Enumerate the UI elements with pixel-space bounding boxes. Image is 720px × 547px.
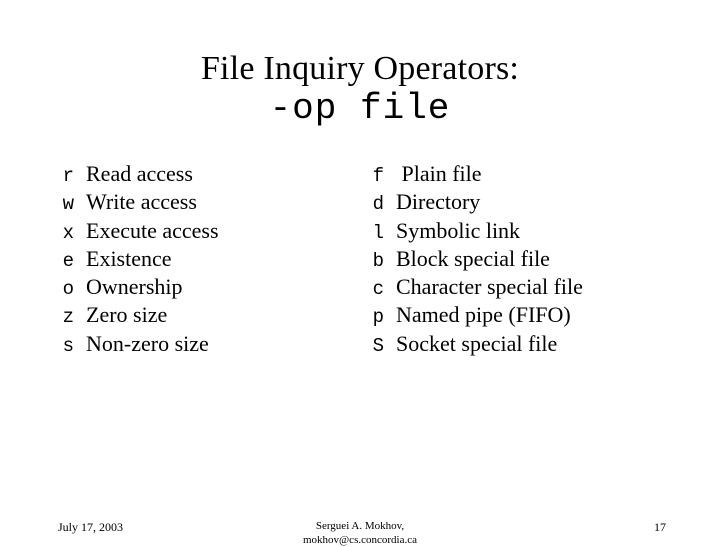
- operator-row: d Directory: [362, 190, 583, 218]
- operator-description: Socket special file: [396, 330, 558, 356]
- operator-key: x: [62, 221, 74, 244]
- slide-footer: July 17, 2003 Serguei A. Mokhov, mokhov@…: [0, 480, 720, 546]
- operator-description: Block special file: [396, 245, 550, 271]
- operator-row: r Read access: [52, 162, 219, 190]
- operator-description: Plain file: [396, 161, 482, 186]
- operator-key: p: [372, 306, 384, 329]
- operator-description: Non-zero size: [86, 330, 209, 356]
- operator-key: b: [372, 249, 384, 272]
- operator-description: Zero size: [86, 302, 168, 328]
- page-title: File Inquiry Operators:: [200, 50, 520, 87]
- operator-row: z Zero size: [52, 303, 219, 331]
- operator-key: f: [372, 165, 384, 187]
- operator-key: c: [372, 278, 384, 301]
- operator-description: Symbolic link: [396, 217, 521, 243]
- slide-canvas: File Inquiry Operators: -op file r Read …: [0, 0, 720, 546]
- operator-key: d: [372, 193, 384, 216]
- operator-description: Write access: [86, 189, 197, 215]
- operator-description: Existence: [86, 245, 172, 271]
- operator-key: z: [62, 306, 74, 329]
- operator-list-left: r Read access w Write access x Execute a…: [52, 162, 219, 360]
- operator-description: Ownership: [86, 274, 183, 300]
- operator-list-right: f Plain file d Directory l Symbolic link…: [362, 162, 583, 360]
- operator-row: x Execute access: [52, 217, 219, 247]
- slide-title-block: File Inquiry Operators: -op file: [0, 50, 720, 130]
- operators-columns: r Read access w Write access x Execute a…: [0, 162, 720, 362]
- operator-row: w Write access: [52, 190, 219, 218]
- operator-row: p Named pipe (FIFO): [362, 303, 583, 331]
- footer-author-email: mokhov@cs.concordia.ca: [303, 534, 417, 546]
- operator-key: w: [62, 193, 74, 216]
- operator-description: Named pipe (FIFO): [396, 302, 571, 328]
- footer-author-name: Serguei A. Mokhov,: [315, 520, 405, 532]
- operator-row: s Non-zero size: [52, 330, 219, 360]
- footer-page-number: 17: [654, 520, 666, 534]
- operator-key: o: [62, 278, 74, 301]
- operator-row: e Existence: [52, 245, 219, 275]
- page-subtitle-command: -op file: [269, 88, 451, 129]
- operator-key: S: [372, 334, 384, 357]
- operator-key: e: [62, 249, 74, 272]
- operator-key: s: [62, 334, 74, 357]
- operator-row: c Character special file: [362, 275, 583, 303]
- operator-description: Execute access: [86, 217, 219, 243]
- operator-key: r: [62, 165, 74, 187]
- operator-description: Read access: [86, 161, 193, 186]
- footer-author-block: Serguei A. Mokhov, mokhov@cs.concordia.c…: [0, 519, 720, 547]
- operator-key: l: [372, 221, 384, 244]
- operator-row: b Block special file: [362, 245, 583, 275]
- operator-row: l Symbolic link: [362, 217, 583, 247]
- operator-row: f Plain file: [362, 162, 583, 190]
- operator-description: Directory: [396, 189, 481, 215]
- operator-row: o Ownership: [52, 275, 219, 303]
- operator-description: Character special file: [396, 274, 583, 300]
- operator-row: S Socket special file: [362, 330, 583, 360]
